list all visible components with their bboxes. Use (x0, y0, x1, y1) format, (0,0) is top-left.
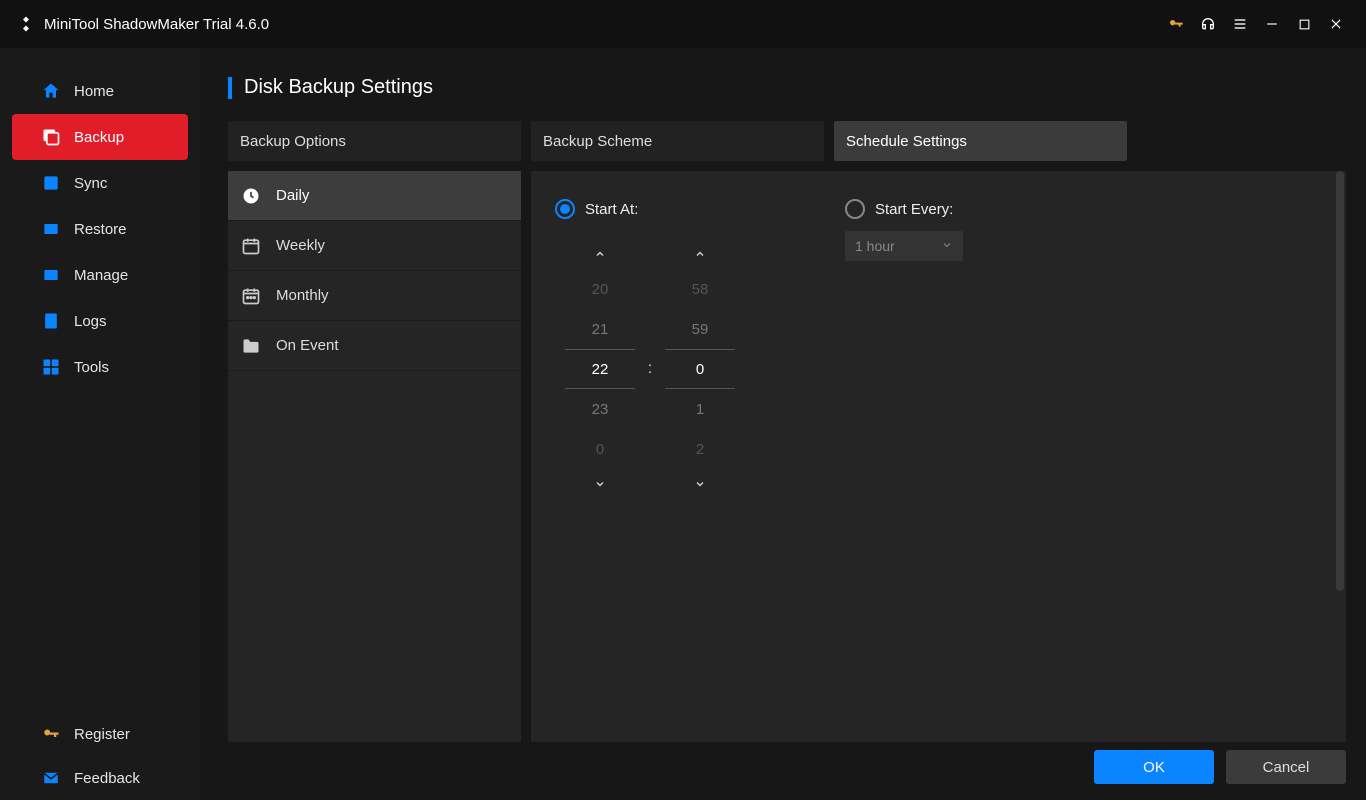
frequency-label: Monthly (276, 287, 329, 304)
restore-icon (40, 218, 62, 240)
radio-start-every[interactable]: Start Every: (845, 199, 963, 219)
main-panel: Disk Backup Settings Backup Options Back… (200, 48, 1366, 800)
time-picker: 20 21 22 23 0 : 58 59 (555, 239, 745, 499)
sidebar-item-label: Register (74, 726, 130, 743)
logs-icon (40, 310, 62, 332)
page-title: Disk Backup Settings (244, 76, 433, 99)
manage-icon (40, 264, 62, 286)
tab-schedule-settings[interactable]: Schedule Settings (834, 121, 1127, 161)
hour-option[interactable]: 21 (565, 309, 635, 349)
frequency-list: Daily Weekly Monthly On Event (228, 171, 521, 742)
maximize-icon[interactable] (1290, 10, 1318, 38)
interval-select[interactable]: 1 hour (845, 231, 963, 261)
hour-option[interactable]: 23 (565, 389, 635, 429)
minute-column: 58 59 0 1 2 (655, 239, 745, 499)
hour-selected[interactable]: 22 (565, 349, 635, 389)
menu-icon[interactable] (1226, 10, 1254, 38)
sync-icon (40, 172, 62, 194)
app-logo-icon (16, 14, 36, 34)
sidebar-item-label: Home (74, 83, 114, 100)
title-accent (228, 77, 232, 99)
tabs: Backup Options Backup Scheme Schedule Se… (228, 121, 1346, 161)
frequency-label: Daily (276, 187, 309, 204)
sidebar: Home Backup Sync Restore Manage Logs (0, 48, 200, 800)
frequency-label: On Event (276, 337, 339, 354)
minute-option[interactable]: 58 (665, 269, 735, 309)
sidebar-item-tools[interactable]: Tools (0, 344, 200, 390)
sidebar-item-restore[interactable]: Restore (0, 206, 200, 252)
hour-option[interactable]: 20 (565, 269, 635, 309)
time-separator: : (645, 360, 655, 378)
interval-value: 1 hour (855, 238, 895, 254)
minute-option[interactable]: 2 (665, 429, 735, 469)
sidebar-item-label: Feedback (74, 770, 140, 787)
minute-option[interactable]: 59 (665, 309, 735, 349)
home-icon (40, 80, 62, 102)
support-icon[interactable] (1194, 10, 1222, 38)
frequency-label: Weekly (276, 237, 325, 254)
hour-option[interactable]: 0 (565, 429, 635, 469)
minimize-icon[interactable] (1258, 10, 1286, 38)
clock-icon (240, 185, 262, 207)
sidebar-item-label: Sync (74, 175, 107, 192)
sidebar-item-backup[interactable]: Backup (12, 114, 188, 160)
frequency-on-event[interactable]: On Event (228, 321, 521, 371)
scrollbar[interactable] (1336, 171, 1344, 591)
tools-icon (40, 356, 62, 378)
radio-label: Start Every: (875, 201, 953, 218)
close-icon[interactable] (1322, 10, 1350, 38)
sidebar-item-manage[interactable]: Manage (0, 252, 200, 298)
tab-backup-options[interactable]: Backup Options (228, 121, 521, 161)
radio-start-at[interactable]: Start At: (555, 199, 745, 219)
sidebar-item-sync[interactable]: Sync (0, 160, 200, 206)
radio-label: Start At: (585, 201, 638, 218)
chevron-down-icon (941, 238, 953, 254)
radio-icon (845, 199, 865, 219)
app-title: MiniTool ShadowMaker Trial 4.6.0 (44, 16, 269, 33)
hour-column: 20 21 22 23 0 (555, 239, 645, 499)
cancel-button[interactable]: Cancel (1226, 750, 1346, 784)
sidebar-item-label: Restore (74, 221, 127, 238)
minute-option[interactable]: 1 (665, 389, 735, 429)
ok-button[interactable]: OK (1094, 750, 1214, 784)
frequency-daily[interactable]: Daily (228, 171, 521, 221)
sidebar-item-register[interactable]: Register (0, 712, 200, 756)
sidebar-item-label: Logs (74, 313, 107, 330)
mail-icon (40, 767, 62, 789)
backup-icon (40, 126, 62, 148)
sidebar-item-label: Manage (74, 267, 128, 284)
sidebar-item-feedback[interactable]: Feedback (0, 756, 200, 800)
tab-backup-scheme[interactable]: Backup Scheme (531, 121, 824, 161)
radio-icon (555, 199, 575, 219)
sidebar-item-label: Tools (74, 359, 109, 376)
sidebar-item-home[interactable]: Home (0, 68, 200, 114)
hour-down-icon[interactable] (594, 469, 606, 499)
titlebar: MiniTool ShadowMaker Trial 4.6.0 (0, 0, 1366, 48)
minute-down-icon[interactable] (694, 469, 706, 499)
schedule-panel: Start At: 20 21 22 23 0 (531, 171, 1346, 742)
folder-icon (240, 335, 262, 357)
calendar-week-icon (240, 235, 262, 257)
minute-up-icon[interactable] (694, 239, 706, 269)
calendar-month-icon (240, 285, 262, 307)
frequency-weekly[interactable]: Weekly (228, 221, 521, 271)
minute-selected[interactable]: 0 (665, 349, 735, 389)
key-icon (40, 723, 62, 745)
sidebar-item-label: Backup (74, 129, 124, 146)
frequency-monthly[interactable]: Monthly (228, 271, 521, 321)
key-icon[interactable] (1162, 10, 1190, 38)
sidebar-item-logs[interactable]: Logs (0, 298, 200, 344)
hour-up-icon[interactable] (594, 239, 606, 269)
